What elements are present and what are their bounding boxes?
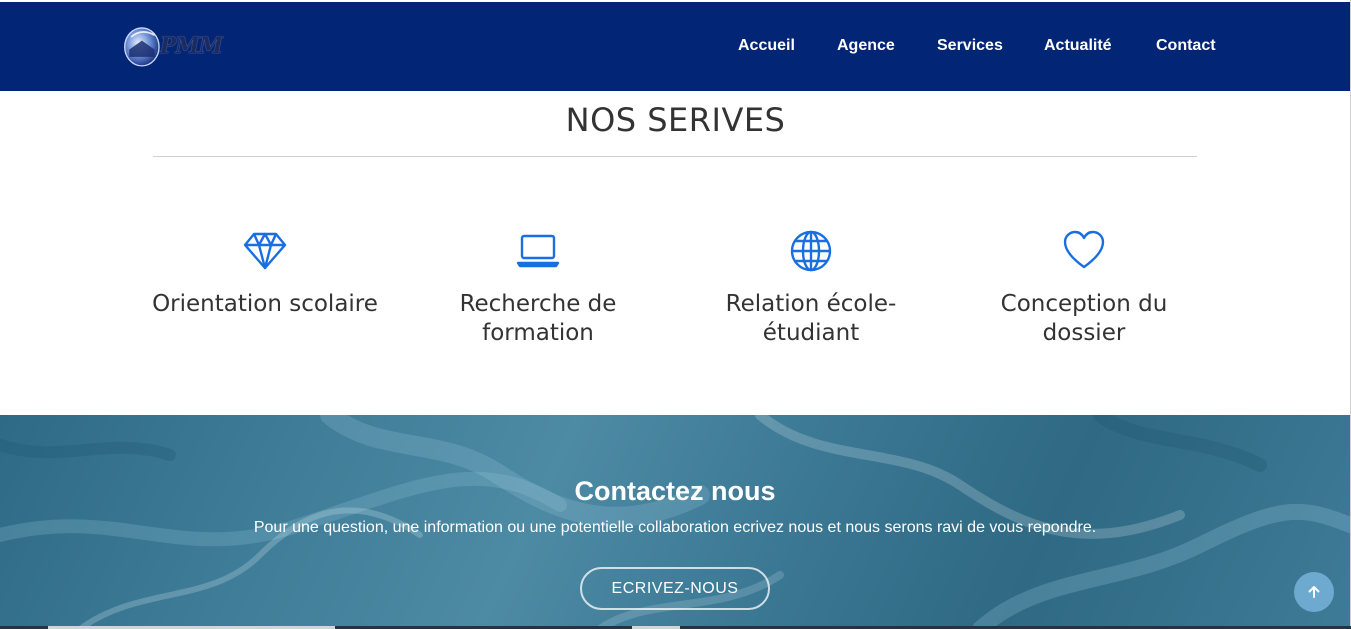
service-label-line: Recherche de	[459, 291, 617, 317]
nav-agence[interactable]: Agence	[837, 37, 895, 55]
service-relation: Relation école- étudiant	[681, 228, 941, 348]
service-label: Relation école- étudiant	[681, 290, 941, 348]
service-label-line: formation	[482, 320, 594, 346]
heart-icon	[1063, 230, 1105, 269]
nav-actualite[interactable]: Actualité	[1044, 37, 1112, 55]
globe-icon	[790, 230, 832, 272]
service-label-line: Relation école-	[725, 291, 897, 317]
write-us-button[interactable]: ECRIVEZ-NOUS	[580, 567, 770, 610]
navbar: PMM Accueil Agence Services Actualité Co…	[0, 2, 1350, 91]
logo-globe-icon	[124, 27, 160, 67]
nav-services[interactable]: Services	[937, 37, 1003, 55]
service-label-line: dossier	[1042, 320, 1126, 346]
nav-accueil[interactable]: Accueil	[738, 37, 795, 55]
arrow-up-icon	[1308, 586, 1320, 598]
service-label-line: Conception du	[1000, 291, 1168, 317]
service-label: Conception du dossier	[954, 290, 1214, 348]
title-divider	[153, 156, 1197, 157]
contact-title: Contactez nous	[574, 476, 776, 506]
diamond-icon	[243, 232, 287, 270]
contact-section: Contactez nous Pour une question, une in…	[0, 415, 1350, 629]
service-recherche: Recherche de formation	[408, 228, 668, 348]
logo[interactable]: PMM	[122, 18, 223, 74]
contact-description: Pour une question, une information ou un…	[253, 519, 1097, 536]
service-label-line: étudiant	[762, 320, 860, 346]
service-label: Orientation scolaire	[135, 290, 395, 319]
service-orientation: Orientation scolaire	[135, 228, 395, 319]
logo-text: PMM	[159, 33, 223, 59]
nav-contact[interactable]: Contact	[1156, 37, 1216, 55]
laptop-icon	[516, 234, 560, 268]
services-title: NOS SERIVES	[565, 101, 786, 139]
service-conception: Conception du dossier	[954, 228, 1214, 348]
service-label: Recherche de formation	[408, 290, 668, 348]
service-label-line: Orientation scolaire	[152, 291, 378, 317]
back-to-top-button[interactable]	[1294, 572, 1334, 612]
